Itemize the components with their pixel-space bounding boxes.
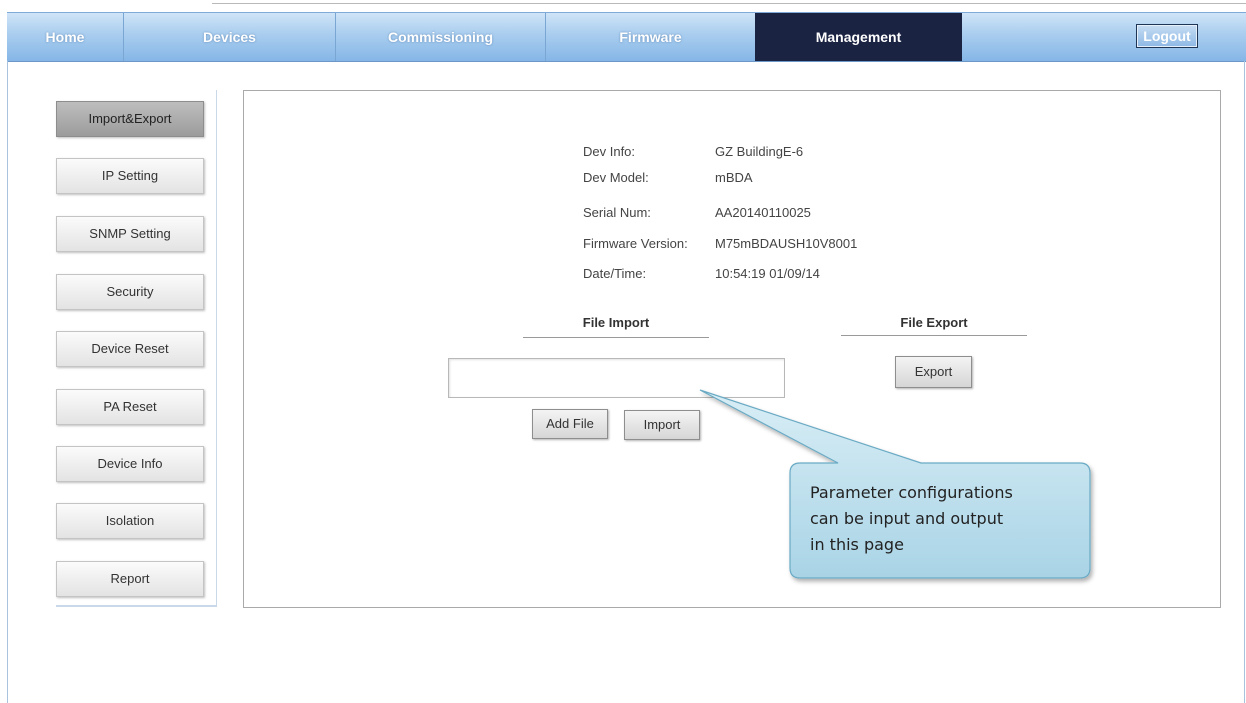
callout-shape	[699, 389, 1091, 579]
callout-note: Parameter configurations can be input an…	[810, 480, 1080, 558]
callout-line-3: in this page	[810, 535, 904, 554]
callout-line-2: can be input and output	[810, 509, 1004, 528]
callout-line-1: Parameter configurations	[810, 483, 1013, 502]
